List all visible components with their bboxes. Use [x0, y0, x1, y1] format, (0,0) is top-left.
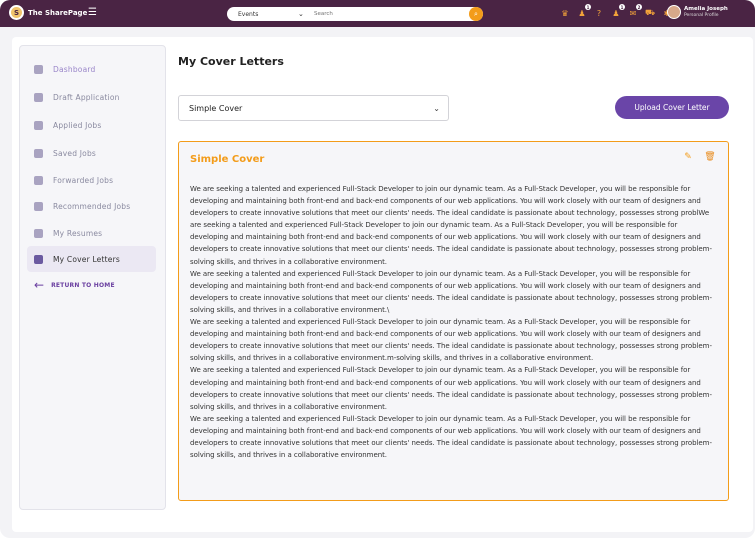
- user-name: Amelia Joseph: [684, 5, 728, 12]
- search-bar: Events ⌄ ⌕: [227, 7, 483, 21]
- crown-icon[interactable]: ♛: [560, 8, 570, 18]
- selected-value: Simple Cover: [189, 103, 243, 113]
- draft-icon: [34, 92, 43, 102]
- page-title: My Cover Letters: [178, 55, 284, 68]
- profile-menu[interactable]: Amelia Joseph Personal Profile ▾: [667, 5, 728, 19]
- brand-name: The SharePage: [28, 8, 88, 17]
- cover-letter-icon: [34, 254, 43, 264]
- brand[interactable]: S The SharePage: [9, 5, 87, 20]
- return-label: RETURN TO HOME: [51, 281, 115, 289]
- resume-icon: [34, 228, 43, 238]
- sidebar-item-draft-application[interactable]: Draft Application: [27, 84, 156, 110]
- user-role: Personal Profile: [684, 12, 719, 18]
- search-input[interactable]: [314, 11, 454, 17]
- help-icon[interactable]: ?: [594, 8, 604, 18]
- notification-badge: 1: [585, 4, 591, 10]
- sidebar-item-forwarded-jobs[interactable]: Forwarded Jobs: [27, 167, 156, 193]
- saved-icon: [34, 148, 43, 158]
- avatar: [667, 5, 681, 19]
- brand-logo-icon: S: [9, 5, 24, 20]
- message-badge: 2: [636, 4, 642, 10]
- sidebar-item-label: Applied Jobs: [53, 120, 102, 130]
- sidebar-item-label: My Resumes: [53, 228, 103, 238]
- sidebar-item-my-resumes[interactable]: My Resumes: [27, 220, 156, 246]
- message-icon[interactable]: ✉ 2: [628, 4, 642, 18]
- dashboard-icon: [34, 64, 43, 74]
- top-icons: ♛ ♟1 ? ♟1 ✉2 ⛟ ✱: [560, 4, 672, 18]
- chevron-down-icon[interactable]: ⌄: [298, 10, 314, 18]
- cover-letter-select[interactable]: Simple Cover ⌄: [178, 95, 449, 121]
- hamburger-menu-icon[interactable]: ☰: [88, 8, 97, 18]
- return-to-home-link[interactable]: ← RETURN TO HOME: [34, 278, 115, 292]
- app-window: S The SharePage ☰ Events ⌄ ⌕ ♛ ♟1 ? ♟1 ✉…: [0, 0, 755, 538]
- cover-letter-card: Simple Cover ✎ 🗑 We are seeking a talent…: [178, 141, 729, 501]
- letter-title: Simple Cover: [190, 154, 265, 165]
- sidebar-item-label: Saved Jobs: [53, 148, 97, 158]
- sidebar-item-recommended-jobs[interactable]: Recommended Jobs: [27, 193, 156, 219]
- sidebar-item-my-cover-letters[interactable]: My Cover Letters: [27, 246, 156, 272]
- sidebar-item-label: Forwarded Jobs: [53, 175, 114, 185]
- sidebar-item-label: Recommended Jobs: [53, 201, 131, 211]
- sidebar-item-applied-jobs[interactable]: Applied Jobs: [27, 112, 156, 138]
- forwarded-icon: [34, 175, 43, 185]
- sidebar-item-label: Draft Application: [53, 92, 120, 102]
- arrow-left-icon: ←: [34, 278, 45, 292]
- bell-icon[interactable]: ♟ 1: [577, 4, 591, 18]
- chevron-down-icon: ⌄: [433, 103, 440, 113]
- letter-body: We are seeking a talented and experience…: [190, 185, 712, 460]
- recommended-icon: [34, 201, 43, 211]
- search-category-select[interactable]: Events: [238, 11, 298, 18]
- upload-cover-letter-button[interactable]: Upload Cover Letter: [615, 96, 729, 119]
- top-navbar: S The SharePage ☰ Events ⌄ ⌕ ♛ ♟1 ? ♟1 ✉…: [0, 0, 755, 27]
- alert-icon[interactable]: ♟ 1: [611, 4, 625, 18]
- applied-icon: [34, 120, 43, 130]
- sidebar-item-label: My Cover Letters: [53, 254, 120, 264]
- sidebar-item-dashboard[interactable]: Dashboard: [27, 56, 156, 82]
- trash-icon[interactable]: 🗑: [704, 151, 716, 163]
- search-icon[interactable]: ⌕: [469, 7, 483, 21]
- alert-badge: 1: [619, 4, 625, 10]
- cart-icon[interactable]: ⛟: [645, 8, 655, 18]
- edit-icon[interactable]: ✎: [682, 151, 694, 163]
- sidebar-item-saved-jobs[interactable]: Saved Jobs: [27, 140, 156, 166]
- sidebar-item-label: Dashboard: [53, 64, 96, 74]
